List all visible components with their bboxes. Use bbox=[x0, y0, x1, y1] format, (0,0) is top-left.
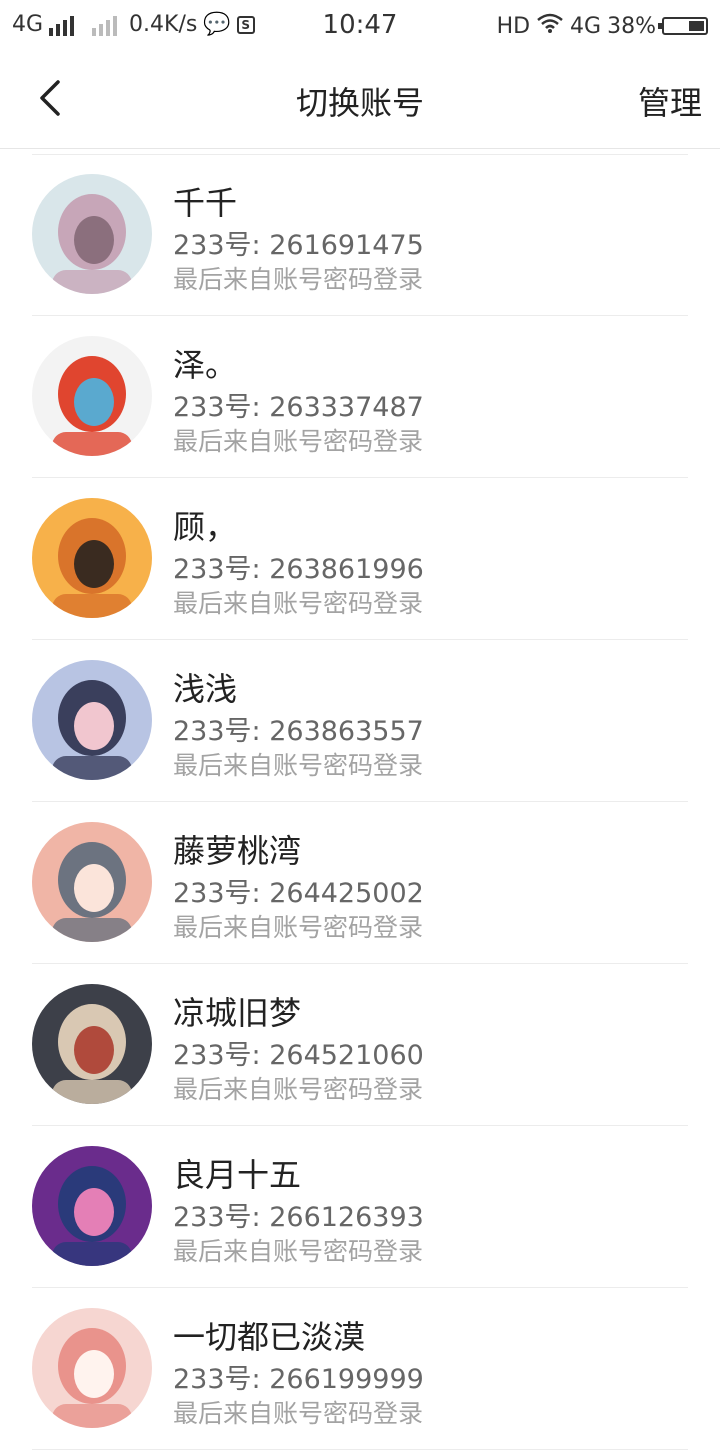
last-login-method: 最后来自账号密码登录 bbox=[173, 1399, 424, 1428]
nav-bar: 切换账号 管理 bbox=[0, 50, 720, 149]
hd-label: HD bbox=[496, 13, 531, 39]
avatar bbox=[32, 1308, 152, 1428]
account-id: 233号: 263337487 bbox=[173, 392, 424, 423]
network-type-right: 4G bbox=[570, 13, 602, 39]
account-id: 233号: 261691475 bbox=[173, 230, 424, 261]
account-id: 233号: 266199999 bbox=[173, 1364, 424, 1395]
wifi-icon bbox=[536, 12, 564, 40]
account-nickname: 凉城旧梦 bbox=[173, 994, 302, 1032]
account-id: 233号: 264521060 bbox=[173, 1040, 424, 1071]
status-bar: 4G 0.4K/s 💬 S 10:47 HD 4G 38% bbox=[0, 0, 720, 50]
account-item[interactable]: 一切都已淡漠 233号: 266199999 最后来自账号密码登录 bbox=[32, 1288, 688, 1450]
battery-percent: 38% bbox=[607, 13, 656, 39]
account-nickname: 顾， bbox=[173, 508, 238, 546]
last-login-method: 最后来自账号密码登录 bbox=[173, 913, 424, 942]
avatar bbox=[32, 336, 152, 456]
account-id: 233号: 263863557 bbox=[173, 716, 424, 747]
last-login-method: 最后来自账号密码登录 bbox=[173, 1237, 424, 1266]
account-id: 233号: 264425002 bbox=[173, 878, 424, 909]
avatar bbox=[32, 1146, 152, 1266]
account-item[interactable]: 凉城旧梦 233号: 264521060 最后来自账号密码登录 bbox=[32, 964, 688, 1126]
battery-icon bbox=[658, 17, 708, 35]
last-login-method: 最后来自账号密码登录 bbox=[173, 265, 424, 294]
page-title: 切换账号 bbox=[295, 84, 424, 122]
last-login-method: 最后来自账号密码登录 bbox=[173, 589, 424, 618]
account-item[interactable]: 藤萝桃湾 233号: 264425002 最后来自账号密码登录 bbox=[32, 802, 688, 964]
account-nickname: 良月十五 bbox=[173, 1156, 302, 1194]
account-id: 233号: 263861996 bbox=[173, 554, 424, 585]
account-item[interactable]: 浅浅 233号: 263863557 最后来自账号密码登录 bbox=[32, 640, 688, 802]
avatar bbox=[32, 660, 152, 780]
avatar bbox=[32, 498, 152, 618]
account-id: 233号: 266126393 bbox=[173, 1202, 424, 1233]
manage-button[interactable]: 管理 bbox=[638, 78, 702, 124]
account-nickname: 一切都已淡漠 bbox=[173, 1318, 366, 1356]
account-nickname: 千千 bbox=[173, 184, 238, 222]
last-login-method: 最后来自账号密码登录 bbox=[173, 427, 424, 456]
status-right: HD 4G 38% bbox=[497, 12, 708, 40]
account-nickname: 泽。 bbox=[173, 346, 238, 384]
account-nickname: 藤萝桃湾 bbox=[173, 832, 302, 870]
last-login-method: 最后来自账号密码登录 bbox=[173, 751, 424, 780]
account-item[interactable]: 顾， 233号: 263861996 最后来自账号密码登录 bbox=[32, 478, 688, 640]
account-item[interactable]: 泽。 233号: 263337487 最后来自账号密码登录 bbox=[32, 316, 688, 478]
last-login-method: 最后来自账号密码登录 bbox=[173, 1075, 424, 1104]
avatar bbox=[32, 984, 152, 1104]
account-item[interactable]: 千千 233号: 261691475 最后来自账号密码登录 bbox=[32, 154, 688, 316]
account-item[interactable]: 良月十五 233号: 266126393 最后来自账号密码登录 bbox=[32, 1126, 688, 1288]
avatar bbox=[32, 822, 152, 942]
avatar bbox=[32, 174, 152, 294]
account-list: 千千 233号: 261691475 最后来自账号密码登录 泽。 233号: 26333… bbox=[0, 154, 720, 1450]
account-nickname: 浅浅 bbox=[173, 670, 238, 708]
